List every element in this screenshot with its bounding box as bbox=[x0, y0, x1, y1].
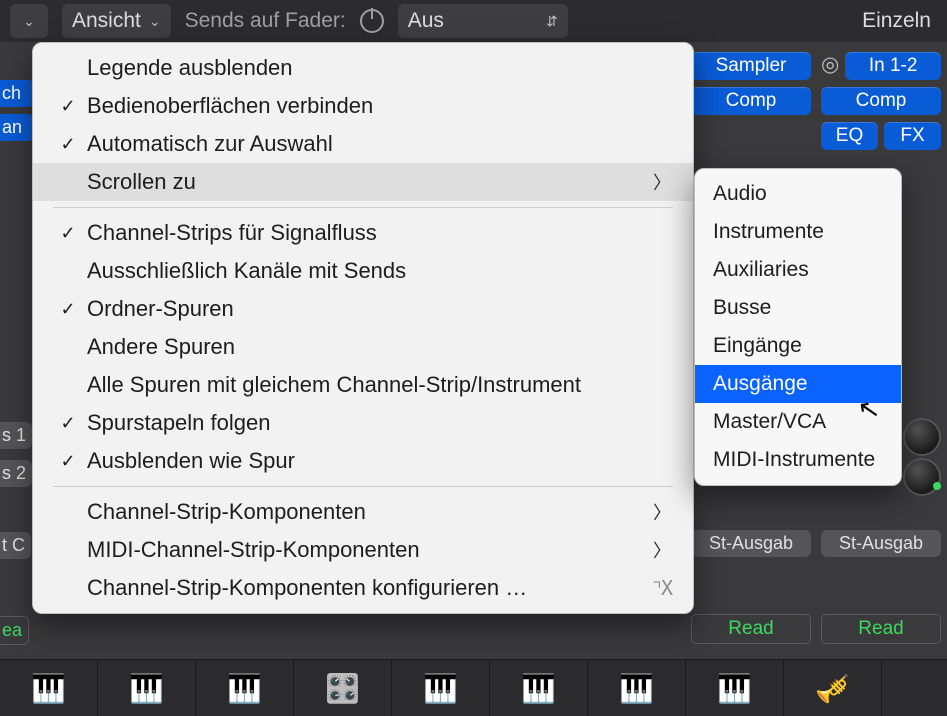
output-slot[interactable]: St-Ausgab bbox=[691, 530, 811, 557]
menu-item-label: Ordner-Spuren bbox=[81, 296, 671, 322]
track-icon[interactable]: 🎛️ bbox=[294, 660, 392, 716]
updown-icon: ⇵ bbox=[546, 13, 558, 30]
instrument-icon-row: 🎹 🎹 🎹 🎛️ 🎹 🎹 🎹 🎹 🎺 bbox=[0, 659, 947, 716]
view-dropdown[interactable]: Ansicht ⌄ bbox=[62, 4, 171, 38]
chevron-down-icon: ⌄ bbox=[149, 13, 161, 30]
sends-value: Aus bbox=[408, 9, 444, 33]
menu-item-configure-components[interactable]: Channel-Strip-Komponenten konfigurieren … bbox=[33, 569, 693, 607]
menu-item-label: Automatisch zur Auswahl bbox=[81, 131, 671, 157]
track-icon[interactable]: 🎹 bbox=[196, 660, 294, 716]
menu-item-sends-only[interactable]: Ausschließlich Kanäle mit Sends bbox=[33, 252, 693, 290]
plugin-slot[interactable]: Comp bbox=[821, 87, 941, 115]
mixer-toolbar: ⌄ Ansicht ⌄ Sends auf Fader: Aus ⇵ Einze… bbox=[0, 0, 947, 43]
menu-item-label: Andere Spuren bbox=[81, 334, 671, 360]
left-output-chip[interactable]: t C bbox=[0, 532, 31, 559]
menu-item-signal-flow[interactable]: ✓ Channel-Strips für Signalfluss bbox=[33, 214, 693, 252]
left-chip[interactable]: an bbox=[0, 114, 34, 141]
track-icon[interactable]: 🎺 bbox=[784, 660, 882, 716]
left-read-chip[interactable]: ea bbox=[0, 616, 29, 645]
menu-item-label: MIDI-Channel-Strip-Komponenten bbox=[81, 537, 653, 563]
menu-item-folder-tracks[interactable]: ✓ Ordner-Spuren bbox=[33, 290, 693, 328]
shortcut-hint-icon: ⌝X bbox=[651, 576, 671, 600]
check-icon: ✓ bbox=[55, 299, 81, 320]
submenu-item-master-vca[interactable]: Master/VCA bbox=[695, 403, 901, 441]
submenu-item-outputs[interactable]: Ausgänge bbox=[695, 365, 901, 403]
menu-item-label: Ausblenden wie Spur bbox=[81, 448, 671, 474]
submenu-item-instruments[interactable]: Instrumente bbox=[695, 213, 901, 251]
menu-item-label: Channel-Strip-Komponenten konfigurieren … bbox=[81, 575, 651, 601]
scroll-to-submenu: Audio Instrumente Auxiliaries Busse Eing… bbox=[694, 168, 902, 486]
track-icon[interactable]: 🎹 bbox=[98, 660, 196, 716]
chevron-down-icon: ⌄ bbox=[23, 13, 35, 30]
menu-item-label: Channel-Strip-Komponenten bbox=[81, 499, 653, 525]
menu-item-scroll-to[interactable]: Scrollen zu 〉 bbox=[33, 163, 693, 201]
menu-separator bbox=[53, 486, 673, 487]
track-icon[interactable]: 🎹 bbox=[686, 660, 784, 716]
menu-item-label: Legende ausblenden bbox=[81, 55, 671, 81]
left-chip[interactable]: ch bbox=[0, 80, 34, 107]
menu-item-label: Scrollen zu bbox=[81, 169, 653, 195]
automation-read[interactable]: Read bbox=[691, 614, 811, 644]
right-channel-strips: Sampler Comp ◎ In 1-2 Comp EQ FX bbox=[691, 42, 941, 150]
chevron-right-icon: 〉 bbox=[653, 169, 671, 195]
send-knobs bbox=[905, 420, 939, 494]
menu-item-label: Bedienoberflächen verbinden bbox=[81, 93, 671, 119]
plugin-slot[interactable]: Comp bbox=[691, 87, 811, 115]
view-menu: Legende ausblenden ✓ Bedienoberflächen v… bbox=[32, 42, 694, 614]
track-icon[interactable]: 🎹 bbox=[490, 660, 588, 716]
menu-item-label: Spurstapeln folgen bbox=[81, 410, 671, 436]
menu-item-auto-select[interactable]: ✓ Automatisch zur Auswahl bbox=[33, 125, 693, 163]
fx-slot[interactable]: FX bbox=[884, 122, 941, 150]
view-label: Ansicht bbox=[72, 9, 141, 33]
power-icon[interactable] bbox=[360, 9, 384, 33]
track-icon[interactable]: 🎹 bbox=[588, 660, 686, 716]
menu-item-link-surfaces[interactable]: ✓ Bedienoberflächen verbinden bbox=[33, 87, 693, 125]
track-icon[interactable]: 🎹 bbox=[0, 660, 98, 716]
left-bus-chip[interactable]: s 1 bbox=[0, 422, 32, 449]
menu-item-label: Channel-Strips für Signalfluss bbox=[81, 220, 671, 246]
send-knob[interactable] bbox=[905, 460, 939, 494]
track-icon[interactable]: 🎹 bbox=[392, 660, 490, 716]
toolbar-left-dropdown[interactable]: ⌄ bbox=[10, 4, 48, 38]
left-bus-chip[interactable]: s 2 bbox=[0, 460, 32, 487]
sends-value-dropdown[interactable]: Aus ⇵ bbox=[398, 4, 568, 38]
check-icon: ✓ bbox=[55, 223, 81, 244]
submenu-item-aux[interactable]: Auxiliaries bbox=[695, 251, 901, 289]
submenu-item-midi-instruments[interactable]: MIDI-Instrumente bbox=[695, 441, 901, 479]
sends-on-fader-label: Sends auf Fader: bbox=[185, 9, 346, 33]
submenu-item-inputs[interactable]: Eingänge bbox=[695, 327, 901, 365]
submenu-item-audio[interactable]: Audio bbox=[695, 175, 901, 213]
stereo-icon: ◎ bbox=[821, 52, 839, 80]
menu-item-label: Alle Spuren mit gleichem Channel-Strip/I… bbox=[81, 372, 671, 398]
chevron-right-icon: 〉 bbox=[653, 499, 671, 525]
menu-item-hide-legend[interactable]: Legende ausblenden bbox=[33, 49, 693, 87]
instrument-slot[interactable]: Sampler bbox=[691, 52, 811, 80]
eq-slot[interactable]: EQ bbox=[821, 122, 878, 150]
left-edge-strip: ch an bbox=[0, 80, 34, 148]
automation-read[interactable]: Read bbox=[821, 614, 941, 644]
menu-item-hide-like-track[interactable]: ✓ Ausblenden wie Spur bbox=[33, 442, 693, 480]
menu-item-label: Ausschließlich Kanäle mit Sends bbox=[81, 258, 671, 284]
io-slot[interactable]: In 1-2 bbox=[845, 52, 941, 80]
check-icon: ✓ bbox=[55, 413, 81, 434]
check-icon: ✓ bbox=[55, 134, 81, 155]
toolbar-right-label[interactable]: Einzeln bbox=[862, 9, 937, 33]
chevron-right-icon: 〉 bbox=[653, 537, 671, 563]
menu-separator bbox=[53, 207, 673, 208]
menu-item-midi-strip-components[interactable]: MIDI-Channel-Strip-Komponenten 〉 bbox=[33, 531, 693, 569]
menu-item-strip-components[interactable]: Channel-Strip-Komponenten 〉 bbox=[33, 493, 693, 531]
send-knob[interactable] bbox=[905, 420, 939, 454]
check-icon: ✓ bbox=[55, 96, 81, 117]
menu-item-same-strip[interactable]: Alle Spuren mit gleichem Channel-Strip/I… bbox=[33, 366, 693, 404]
menu-item-follow-stacks[interactable]: ✓ Spurstapeln folgen bbox=[33, 404, 693, 442]
check-icon: ✓ bbox=[55, 451, 81, 472]
output-slot[interactable]: St-Ausgab bbox=[821, 530, 941, 557]
submenu-item-busses[interactable]: Busse bbox=[695, 289, 901, 327]
menu-item-other-tracks[interactable]: Andere Spuren bbox=[33, 328, 693, 366]
